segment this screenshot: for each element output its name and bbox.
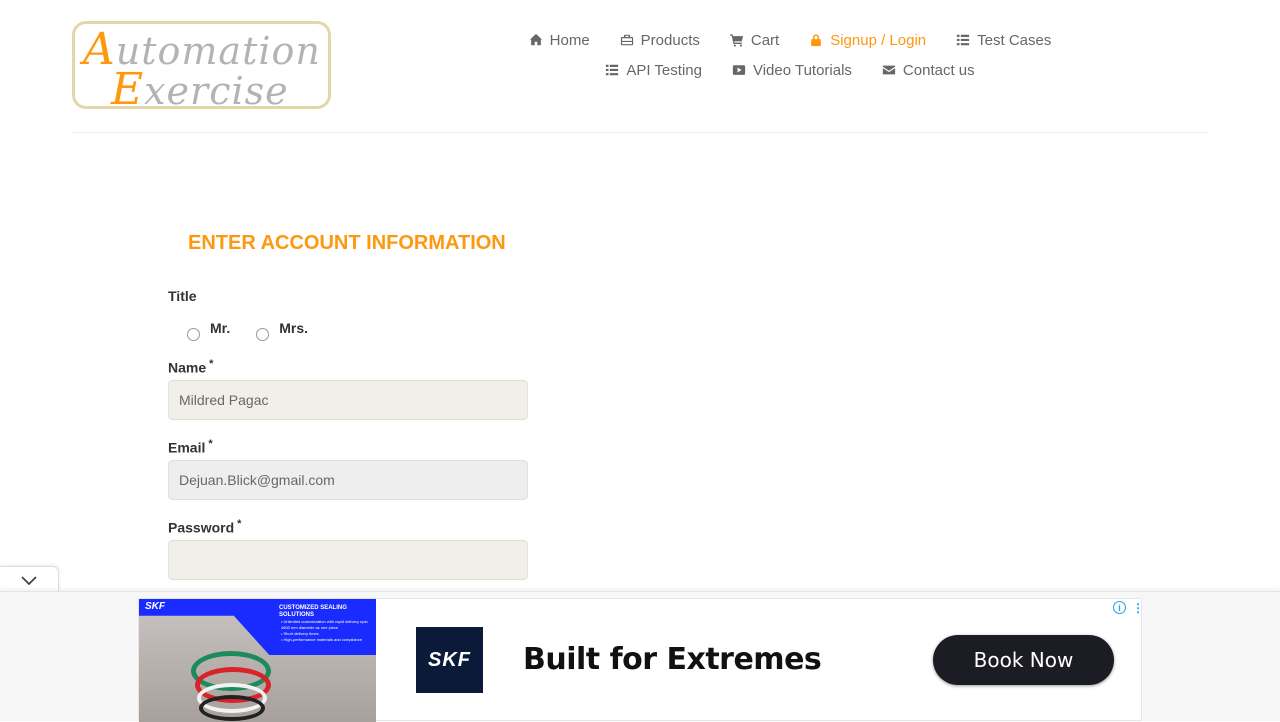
email-input[interactable]: Dejuan.Blick@gmail.com	[168, 460, 528, 500]
nav-video-tutorials[interactable]: Video Tutorials	[732, 60, 852, 80]
ad-options-icon[interactable]: ⋮	[1132, 602, 1144, 614]
cart-icon	[729, 33, 744, 47]
nav-video-tutorials-label: Video Tutorials	[752, 61, 852, 79]
ad-container[interactable]: SKF CUSTOMIZED SEALING SOLUTIONS • Unlim…	[138, 598, 1144, 722]
envelope-icon	[882, 63, 896, 77]
youtube-play-icon	[732, 63, 746, 77]
nav-test-cases[interactable]: Test Cases	[956, 30, 1051, 50]
nav-contact-us[interactable]: Contact us	[882, 60, 975, 80]
briefcase-icon	[620, 33, 634, 47]
nav-api-testing-label: API Testing	[626, 61, 702, 79]
ad-banner: SKF CUSTOMIZED SEALING SOLUTIONS • Unlim…	[0, 591, 1280, 722]
ad-collapse-toggle[interactable]	[0, 566, 59, 593]
ad-image-bullets: • Unlimited customization with rapid del…	[281, 619, 368, 642]
list-icon	[605, 63, 619, 77]
password-input[interactable]	[168, 540, 528, 580]
ad-image-headline: CUSTOMIZED SEALING SOLUTIONS	[279, 605, 347, 618]
title-mr-label: Mr.	[210, 319, 231, 336]
ad-image-brand: SKF	[145, 601, 165, 612]
ad-info-controls: i ⋮	[1113, 601, 1144, 614]
title-mrs-option[interactable]: Mrs.	[256, 320, 308, 341]
name-label: Name *	[168, 358, 214, 376]
ad-brand-logo[interactable]: SKF	[416, 627, 483, 693]
home-icon	[529, 33, 543, 47]
nav-products[interactable]: Products	[620, 30, 700, 50]
ad-product-image[interactable]: SKF CUSTOMIZED SEALING SOLUTIONS • Unlim…	[139, 599, 376, 722]
header-divider	[72, 132, 1208, 133]
ad-info-icon[interactable]: i	[1113, 601, 1126, 614]
title-mr-radio[interactable]	[187, 328, 200, 341]
logo-line-2: Exercise	[111, 64, 289, 109]
nav-home-label: Home	[549, 31, 590, 49]
ad-book-now-button[interactable]: Book Now	[933, 635, 1114, 685]
chevron-down-icon	[21, 576, 37, 586]
title-radio-group: Mr. Mrs.	[187, 320, 334, 341]
ad-headline[interactable]: Built for Extremes	[523, 642, 822, 677]
lock-icon	[809, 33, 823, 47]
site-logo[interactable]: Automation Exercise	[72, 21, 331, 109]
nav-test-cases-label: Test Cases	[977, 31, 1052, 49]
nav-signup-login-label: Signup / Login	[830, 31, 927, 49]
title-mrs-radio[interactable]	[256, 328, 270, 341]
nav-home[interactable]: Home	[529, 30, 590, 50]
list-icon	[956, 33, 970, 47]
nav-api-testing[interactable]: API Testing	[605, 60, 702, 80]
main-nav: Home Products Cart Signup / Login Test C…	[452, 30, 1128, 90]
nav-contact-us-label: Contact us	[902, 61, 975, 79]
nav-signup-login[interactable]: Signup / Login	[809, 30, 926, 50]
title-label: Title	[168, 288, 197, 304]
email-label: Email *	[168, 438, 213, 456]
password-label: Password *	[168, 518, 242, 536]
nav-products-label: Products	[640, 31, 700, 49]
name-input[interactable]: Mildred Pagac	[168, 380, 528, 420]
title-mrs-label: Mrs.	[279, 319, 309, 336]
title-mr-option[interactable]: Mr.	[187, 320, 230, 341]
nav-cart[interactable]: Cart	[729, 30, 780, 50]
form-title: ENTER ACCOUNT INFORMATION	[188, 232, 506, 254]
nav-cart-label: Cart	[750, 31, 780, 49]
